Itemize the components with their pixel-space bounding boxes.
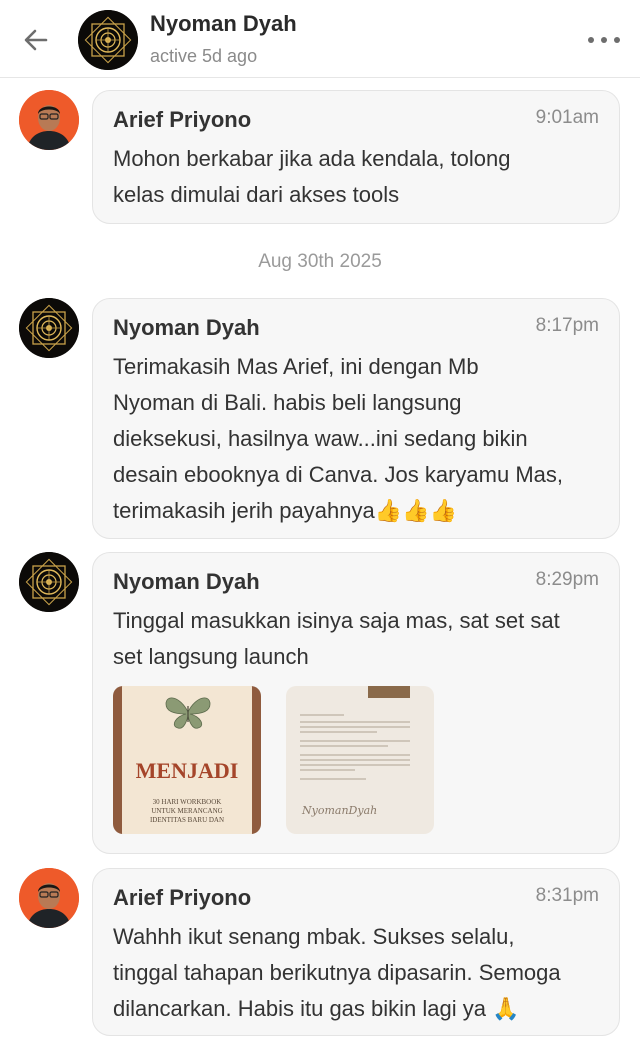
signature: NyomanDyah	[302, 804, 378, 817]
butterfly-icon	[165, 697, 211, 729]
image-attachment[interactable]: NyomanDyah	[286, 686, 434, 834]
message-text: Tinggal masukkan isinya saja mas, sat se…	[113, 608, 560, 669]
book-cover: MENJADI 30 HARI WORKBOOK UNTUK MERANCANG…	[122, 686, 252, 834]
message-sender[interactable]: Nyoman Dyah	[113, 569, 260, 595]
sender-avatar[interactable]	[19, 552, 79, 612]
message-time: 8:17pm	[535, 315, 599, 336]
message-text: Terimakasih Mas Arief, ini dengan Mb Nyo…	[113, 354, 564, 523]
message-text: Wahhh ikut senang mbak. Sukses selalu, t…	[113, 924, 561, 1021]
more-horizontal-icon	[588, 37, 594, 43]
message-sender[interactable]: Nyoman Dyah	[113, 315, 260, 341]
sender-avatar[interactable]	[19, 298, 79, 358]
person-photo-icon	[19, 90, 79, 150]
more-options-button[interactable]	[588, 30, 620, 50]
chat-header: Nyoman Dyah active 5d ago	[0, 0, 640, 78]
message-time: 8:29pm	[535, 569, 599, 590]
arrow-left-icon	[24, 29, 48, 51]
message-sender[interactable]: Arief Priyono	[113, 107, 251, 133]
person-photo-icon	[19, 868, 79, 928]
book-title: MENJADI	[135, 758, 239, 783]
message-bubble[interactable]: Nyoman Dyah 8:17pm Terimakasih Mas Arief…	[92, 298, 620, 539]
contact-name[interactable]: Nyoman Dyah	[150, 11, 297, 37]
mandala-logo-icon	[78, 10, 138, 70]
contact-avatar[interactable]	[78, 10, 138, 70]
image-attachment[interactable]: MENJADI 30 HARI WORKBOOK UNTUK MERANCANG…	[113, 686, 261, 834]
date-separator: Aug 30th 2025	[258, 251, 382, 272]
message-time: 8:31pm	[535, 885, 599, 906]
mandala-logo-icon	[19, 552, 79, 612]
back-button[interactable]	[18, 22, 54, 58]
contact-status: active 5d ago	[150, 46, 258, 66]
sender-avatar[interactable]	[19, 90, 79, 150]
message-text: Mohon berkabar jika ada kendala, tolong …	[113, 146, 511, 207]
sender-avatar[interactable]	[19, 868, 79, 928]
photo-strip	[368, 686, 410, 698]
message-bubble[interactable]: Arief Priyono 9:01am Mohon berkabar jika…	[92, 90, 620, 224]
message-sender[interactable]: Arief Priyono	[113, 885, 251, 911]
message-bubble[interactable]: Nyoman Dyah 8:29pm Tinggal masukkan isin…	[92, 552, 620, 854]
letter-text-lines	[300, 714, 410, 780]
mandala-logo-icon	[19, 298, 79, 358]
message-time: 9:01am	[535, 107, 599, 128]
message-bubble[interactable]: Arief Priyono 8:31pm Wahhh ikut senang m…	[92, 868, 620, 1036]
book-subtitle: 30 HARI WORKBOOK UNTUK MERANCANG IDENTIT…	[149, 798, 225, 824]
